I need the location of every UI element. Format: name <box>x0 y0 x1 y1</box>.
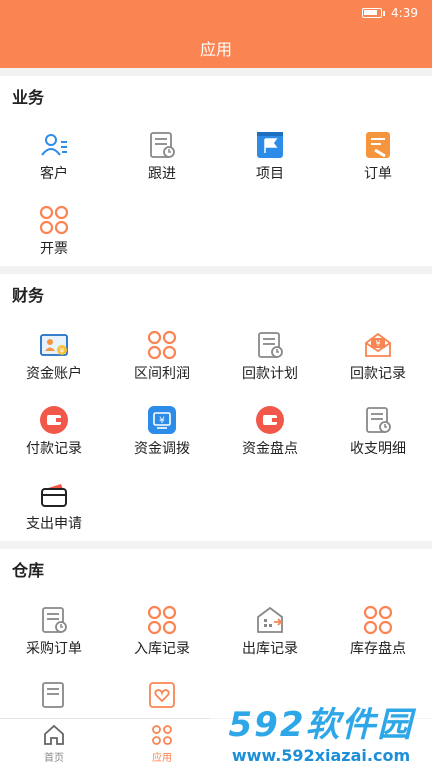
grid-clover-icon <box>147 330 177 360</box>
fund-account-icon: ¥ <box>39 330 69 360</box>
document-clock-icon <box>39 605 69 635</box>
app-item-stock-check[interactable]: 库存盘点 <box>324 591 432 666</box>
page-title: 应用 <box>199 40 232 59</box>
grid-clover-icon <box>363 605 393 635</box>
section-title-warehouse: 仓库 <box>12 561 45 580</box>
app-item-label: 开票 <box>40 241 68 257</box>
home-icon <box>44 724 64 745</box>
section-title-finance: 财务 <box>12 286 45 305</box>
watermark-url: www.592xiazai.com <box>231 746 411 765</box>
svg-text:¥: ¥ <box>159 416 165 426</box>
section-business: 业务 客户 跟进 项目 订单 开票 <box>0 76 432 266</box>
app-item-stock-in[interactable]: 入库记录 <box>108 591 216 666</box>
tab-home[interactable]: 首页 <box>0 719 108 768</box>
app-item-payback-plan[interactable]: 回款计划 <box>216 316 324 391</box>
app-item-label: 入库记录 <box>134 641 190 657</box>
status-bar: 4:39 <box>362 6 418 20</box>
app-item-label: 库存盘点 <box>350 641 406 657</box>
app-item-customer[interactable]: 客户 <box>0 116 108 191</box>
grid-clover-icon <box>147 605 177 635</box>
app-header: 4:39 应用 <box>0 0 432 68</box>
app-item-followup[interactable]: 跟进 <box>108 116 216 191</box>
heart-card-icon <box>147 680 177 710</box>
app-item-fund-account[interactable]: ¥ 资金账户 <box>0 316 108 391</box>
app-item-period-profit[interactable]: 区间利润 <box>108 316 216 391</box>
app-item-label: 订单 <box>364 166 392 182</box>
app-item-label: 采购订单 <box>26 641 82 657</box>
envelope-money-icon: ¥ <box>363 330 393 360</box>
app-item-label: 项目 <box>256 166 284 182</box>
section-finance: 财务 ¥ 资金账户 区间利润 回款计划 ¥ 回款记录 付款记录 ¥ 资金调拨 资… <box>0 274 432 541</box>
wallet-icon <box>255 405 285 435</box>
svg-text:¥: ¥ <box>60 347 65 355</box>
app-item-expense-request[interactable]: 支出申请 <box>0 466 108 541</box>
site-watermark: 592软件园 www.592xiazai.com <box>210 694 432 768</box>
tab-home-label: 首页 <box>44 753 64 764</box>
warehouse-icon <box>255 605 285 635</box>
document-clock-icon <box>363 405 393 435</box>
tab-apps-label: 应用 <box>152 753 172 764</box>
battery-icon <box>362 8 383 18</box>
app-item-fund-inventory[interactable]: 资金盘点 <box>216 391 324 466</box>
svg-text:¥: ¥ <box>375 339 380 348</box>
app-item-label: 付款记录 <box>26 441 82 457</box>
document-clock-icon <box>147 130 177 160</box>
wallet-card-icon <box>39 480 69 510</box>
document-clock-icon <box>255 330 285 360</box>
app-item-label: 回款计划 <box>242 366 298 382</box>
app-item-label: 资金盘点 <box>242 441 298 457</box>
app-item-project[interactable]: 项目 <box>216 116 324 191</box>
app-item-income-expense[interactable]: 收支明细 <box>324 391 432 466</box>
document-clock-icon <box>39 680 69 710</box>
app-item-label: 出库记录 <box>242 641 298 657</box>
app-item-label: 资金账户 <box>26 366 82 382</box>
app-item-purchase-order[interactable]: 采购订单 <box>0 591 108 666</box>
app-item-label: 跟进 <box>148 166 176 182</box>
app-item-label: 资金调拨 <box>134 441 190 457</box>
app-item-label: 区间利润 <box>134 366 190 382</box>
app-item-label: 收支明细 <box>350 441 406 457</box>
apps-grid-icon <box>152 725 172 745</box>
app-item-label: 客户 <box>40 166 68 182</box>
status-time: 4:39 <box>391 6 418 20</box>
tab-apps[interactable]: 应用 <box>108 719 216 768</box>
watermark-logo: 592软件园 <box>228 705 414 745</box>
app-item-invoice[interactable]: 开票 <box>0 191 108 266</box>
app-item-payback-record[interactable]: ¥ 回款记录 <box>324 316 432 391</box>
project-flag-icon <box>255 130 285 160</box>
app-item-label: 回款记录 <box>350 366 406 382</box>
fund-transfer-icon: ¥ <box>147 405 177 435</box>
wallet-icon <box>39 405 69 435</box>
order-icon <box>363 130 393 160</box>
grid-clover-icon <box>39 205 69 235</box>
app-item-fund-transfer[interactable]: ¥ 资金调拨 <box>108 391 216 466</box>
section-title-business: 业务 <box>12 88 45 107</box>
customer-icon <box>39 130 69 160</box>
app-item-label: 支出申请 <box>26 516 82 532</box>
app-item-stock-out[interactable]: 出库记录 <box>216 591 324 666</box>
app-item-order[interactable]: 订单 <box>324 116 432 191</box>
main-content: 业务 客户 跟进 项目 订单 开票 财务 ¥ 资金账户 区间利润 回款计划 ¥ … <box>0 76 432 749</box>
app-item-payment-record[interactable]: 付款记录 <box>0 391 108 466</box>
